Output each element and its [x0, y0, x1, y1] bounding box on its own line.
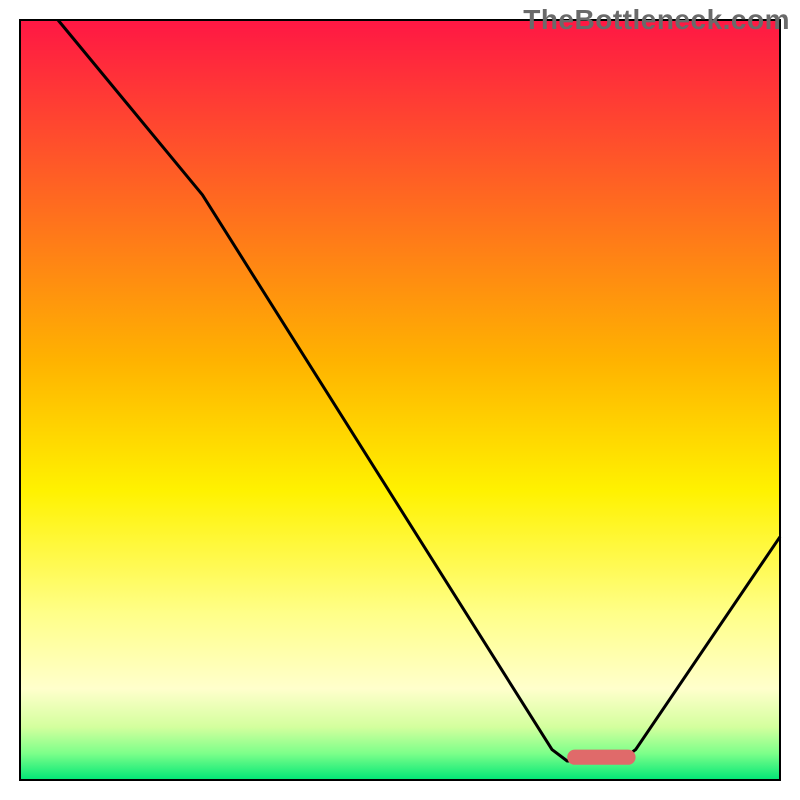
gradient-background — [20, 20, 780, 780]
watermark-text: TheBottleneck.com — [523, 4, 790, 36]
chart-svg — [0, 0, 800, 800]
optimal-region-marker — [567, 750, 635, 765]
bottleneck-chart: TheBottleneck.com — [0, 0, 800, 800]
